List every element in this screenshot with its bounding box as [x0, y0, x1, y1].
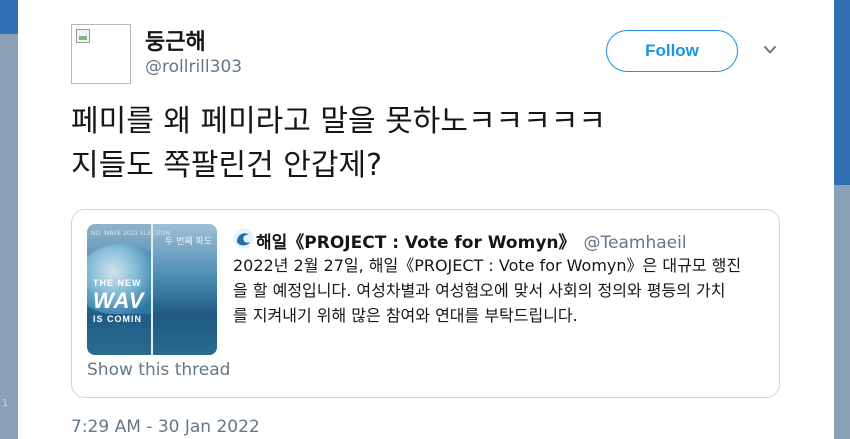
quoted-tweet-text: 2022년 2월 27일, 해일《PROJECT : Vote for Womy… — [233, 253, 773, 328]
quoted-text-line: 를 지켜내기 위해 많은 참여와 연대를 부탁드립니다. — [233, 306, 578, 325]
backdrop-left: 1 — [0, 0, 18, 439]
tweet-card: 둥근해 @rollrill303 Follow 페미를 왜 페미라고 말을 못하… — [18, 0, 834, 439]
image-divider — [151, 224, 153, 355]
tweet-text-line: 페미를 왜 페미라고 말을 못하노ㅋㅋㅋㅋㅋ — [71, 104, 606, 139]
show-thread-link[interactable]: Show this thread — [87, 360, 230, 380]
image-caption-main: WAV — [93, 288, 145, 313]
tweet-timestamp[interactable]: 7:29 AM - 30 Jan 2022 — [71, 417, 260, 437]
image-right-top-text: 두 번째 파도 — [165, 237, 213, 247]
backdrop-header-strip — [0, 0, 18, 34]
quoted-author-name[interactable]: 해일《PROJECT : Vote for Womyn》 — [256, 233, 576, 253]
wave-logo-icon[interactable] — [233, 228, 254, 249]
quoted-tweet[interactable]: NO. WAVE 2022 ELECTION 두 번째 파도 THE NEW W… — [71, 209, 780, 398]
follow-button[interactable]: Follow — [606, 30, 738, 72]
tweet-text: 페미를 왜 페미라고 말을 못하노ㅋㅋㅋㅋㅋ 지들도 쪽팔린건 안갑제? — [71, 100, 791, 188]
author-avatar[interactable] — [71, 24, 131, 84]
quoted-text-line: 2022년 2월 27일, 해일《PROJECT : Vote for Womy… — [233, 256, 742, 275]
quoted-tweet-header: 해일《PROJECT : Vote for Womyn》 @Teamhaeil — [256, 228, 687, 253]
backdrop-number: 1 — [2, 398, 9, 409]
image-caption-top: THE NEW — [93, 278, 142, 288]
author-display-name[interactable]: 둥근해 — [145, 24, 206, 56]
tweet-text-line: 지들도 쪽팔린건 안갑제? — [71, 148, 382, 183]
image-top-text: NO. WAVE 2022 ELECTION — [91, 230, 170, 237]
chevron-down-icon[interactable] — [762, 42, 778, 58]
quoted-tweet-image[interactable]: NO. WAVE 2022 ELECTION 두 번째 파도 THE NEW W… — [87, 224, 217, 355]
broken-image-icon — [76, 29, 90, 43]
author-handle[interactable]: @rollrill303 — [145, 57, 242, 77]
backdrop-header-strip — [834, 0, 850, 185]
quoted-author-handle[interactable]: @Teamhaeil — [584, 233, 687, 253]
quoted-text-line: 을 할 예정입니다. 여성차별과 여성혐오에 맞서 사회의 정의와 평등의 가치 — [233, 281, 726, 300]
backdrop-right — [834, 0, 850, 439]
image-caption-bottom: IS COMIN — [93, 314, 143, 324]
